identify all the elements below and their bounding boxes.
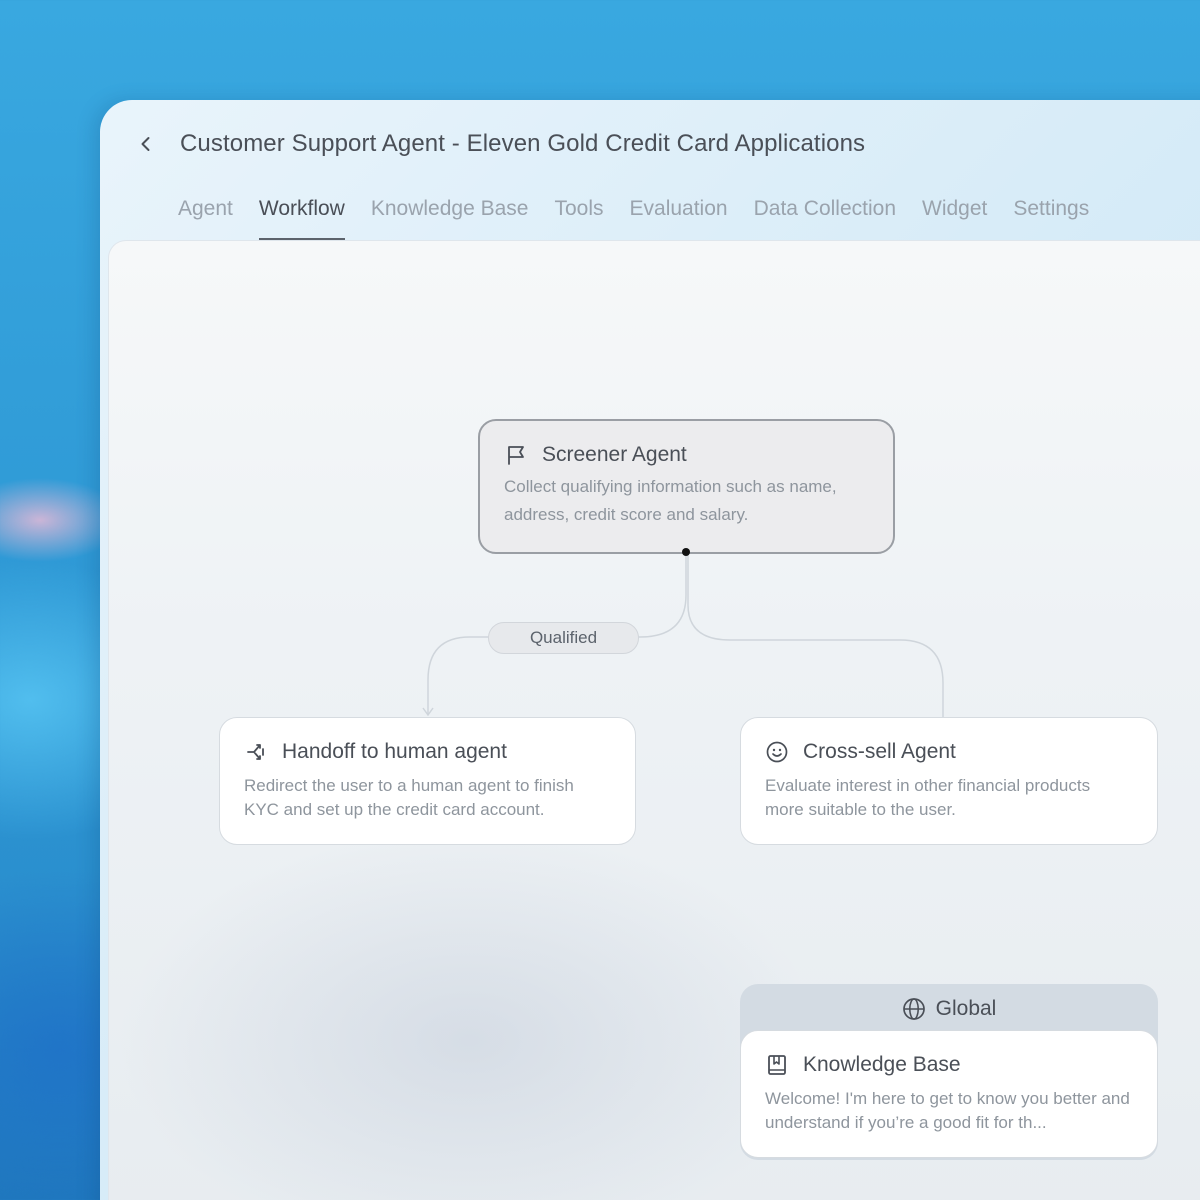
edge-label-qualified[interactable]: Qualified <box>488 622 639 654</box>
edge-screener-to-crosssell <box>687 552 944 718</box>
handoff-node[interactable]: Handoff to human agent Redirect the user… <box>219 717 636 845</box>
node-description: Redirect the user to a human agent to fi… <box>244 776 574 819</box>
node-title: Knowledge Base <box>803 1053 961 1076</box>
global-label: Global <box>935 997 997 1020</box>
screener-agent-node[interactable]: Screener Agent Collect qualifying inform… <box>478 419 895 554</box>
book-icon <box>765 1053 789 1077</box>
global-panel: Global Knowledge Base Welcome! I'm here … <box>740 984 1158 1160</box>
globe-icon <box>902 997 926 1021</box>
knowledge-base-node[interactable]: Knowledge Base Welcome! I'm here to get … <box>740 1030 1158 1158</box>
smiley-icon <box>765 740 789 764</box>
node-title: Screener Agent <box>542 443 687 466</box>
crosssell-node[interactable]: Cross-sell Agent Evaluate interest in ot… <box>740 717 1158 845</box>
node-output-handle[interactable] <box>682 548 690 556</box>
node-title: Handoff to human agent <box>282 740 507 763</box>
handoff-icon <box>244 740 268 764</box>
global-header: Global <box>740 984 1158 1034</box>
node-description: Collect qualifying information such as n… <box>504 477 837 524</box>
node-description: Welcome! I'm here to get to know you bet… <box>765 1089 1130 1132</box>
flag-icon <box>504 443 528 467</box>
node-title: Cross-sell Agent <box>803 740 956 763</box>
node-description: Evaluate interest in other financial pro… <box>765 776 1091 819</box>
